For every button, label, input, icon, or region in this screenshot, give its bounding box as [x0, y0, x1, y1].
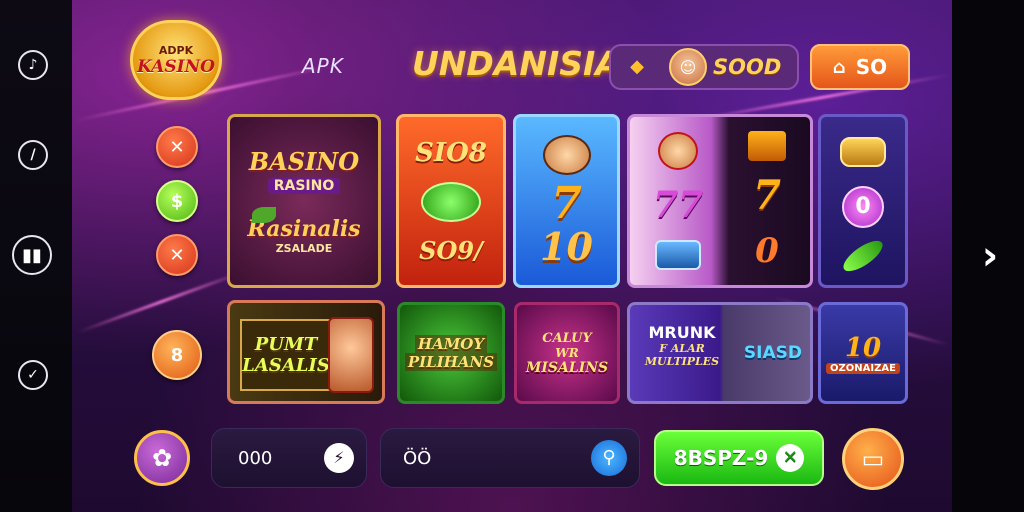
spin-button-label: 8BSPZ-9 — [673, 446, 769, 470]
shop-button[interactable]: ⌂ SO — [810, 44, 910, 90]
music-note-icon[interactable]: ♪ — [18, 50, 48, 80]
game-subtitle: RASINO — [267, 178, 341, 194]
balance-amount: SOOD — [713, 55, 782, 79]
check-icon[interactable]: ✓ — [18, 360, 48, 390]
side-button-1[interactable]: ✕ — [156, 126, 198, 168]
game-subtitle: OZONAIZAE — [826, 362, 900, 374]
game-tile-sevens[interactable]: 7 10 — [513, 114, 620, 288]
side-button-2[interactable]: ✕ — [156, 234, 198, 276]
reel-symbol: 77 — [652, 184, 704, 226]
game-subtitle: MISALINS — [525, 359, 609, 376]
chat-button[interactable]: ▭ — [842, 428, 904, 490]
bet-field[interactable]: 000 ⚡ — [211, 428, 367, 488]
game-line: WR — [555, 345, 579, 360]
game-title: SIO8 — [415, 137, 487, 168]
seven-symbol: 7 — [551, 178, 582, 229]
game-line: F ALAR — [659, 342, 705, 355]
left-rail: ♪ / ▮▮ ✓ — [0, 0, 72, 512]
game-title: PUMT — [254, 334, 318, 355]
side-button-dollar[interactable]: $ — [156, 180, 198, 222]
pot-icon — [655, 240, 701, 270]
game-tile-slots[interactable]: 77 7 0 — [627, 114, 813, 288]
game-tile-mrunk[interactable]: MRUNK F ALAR MULTIPLES SIASD — [627, 302, 813, 404]
side-button-3[interactable]: 8 — [152, 330, 202, 380]
balance-display[interactable]: ◆ ☺ SOOD — [609, 44, 799, 90]
apk-label: APK — [302, 54, 344, 78]
ring-icon — [840, 136, 886, 167]
search-value: ÖÖ — [403, 447, 432, 469]
game-tile-caluy[interactable]: CALUY WR MISALINS — [514, 302, 620, 404]
chevron-right-icon[interactable]: › — [970, 236, 1010, 276]
character-icon — [658, 132, 698, 170]
reel-left: 77 — [630, 117, 726, 285]
game-lobby: ADPK KASINO APK UNDANISIA ◆ ☺ SOOD ⌂ SO … — [72, 0, 952, 512]
game-title-box: PUMT LASALIS — [240, 319, 332, 391]
diamond-icon: ◆ — [630, 56, 644, 77]
chest-icon — [748, 130, 786, 161]
search-icon[interactable]: ⚲ — [591, 440, 627, 476]
game-side-label: SIASD — [743, 343, 802, 363]
game-line: ZSALADE — [275, 242, 333, 255]
game-subtitle: MULTIPLES — [644, 355, 720, 368]
logo-main-text: KASINO — [137, 56, 215, 77]
bar-chart-icon[interactable]: ▮▮ — [12, 235, 52, 275]
game-title-block: MRUNK F ALAR MULTIPLES — [636, 323, 728, 368]
game-title: BASINO — [248, 147, 360, 176]
close-icon: ✕ — [776, 444, 805, 472]
game-title: 10 — [844, 332, 882, 363]
game-title: MRUNK — [648, 323, 716, 342]
kasino-logo[interactable]: ADPK KASINO — [130, 20, 222, 100]
gem-icon — [421, 181, 481, 222]
game-tile-rings[interactable]: 0 — [818, 114, 908, 288]
game-tile-hamoy[interactable]: HAMOY PILIHANS — [397, 302, 505, 404]
leaf-icon — [838, 235, 888, 277]
leaf-icon — [252, 207, 276, 223]
settings-button[interactable]: ✿ — [134, 430, 190, 486]
reel-symbol: 0 — [755, 231, 779, 272]
page-title: UNDANISIA — [412, 44, 621, 83]
bet-toggle-button[interactable]: ⚡ — [324, 443, 354, 473]
game-tile-sio8[interactable]: SIO8 SO9/ — [396, 114, 506, 288]
game-subtitle: SO9/ — [419, 235, 483, 265]
reel-right: 7 0 — [724, 117, 810, 285]
search-field[interactable]: ÖÖ ⚲ — [380, 428, 640, 488]
game-tile-basino[interactable]: BASINO RASINO Rasinalis ZSALADE — [227, 114, 381, 288]
right-rail: › — [952, 0, 1024, 512]
avatar[interactable]: ☺ — [669, 48, 707, 86]
shop-button-label: SO — [855, 55, 888, 79]
clock-icon[interactable]: / — [18, 140, 48, 170]
game-title: HAMOY — [414, 335, 488, 353]
game-subtitle: LASALIS — [242, 355, 330, 376]
gear-icon: ✿ — [151, 444, 173, 472]
character-icon — [328, 317, 374, 393]
game-title: CALUY — [542, 330, 592, 346]
spin-button[interactable]: 8BSPZ-9 ✕ — [654, 430, 824, 486]
light-ray — [76, 269, 248, 334]
game-tile-10[interactable]: 10 OZONAIZAE — [818, 302, 908, 404]
game-subtitle: PILIHANS — [404, 353, 498, 371]
ten-symbol: 10 — [540, 224, 593, 269]
reel-symbol: 7 — [753, 172, 781, 220]
character-icon — [542, 135, 591, 175]
chat-icon: ▭ — [861, 445, 885, 473]
orb-icon: 0 — [842, 185, 884, 228]
game-tile-pumt[interactable]: PUMT LASALIS — [227, 300, 385, 404]
logo-top-text: ADPK — [158, 43, 194, 57]
house-icon: ⌂ — [832, 56, 846, 78]
bet-value: 000 — [238, 447, 273, 469]
